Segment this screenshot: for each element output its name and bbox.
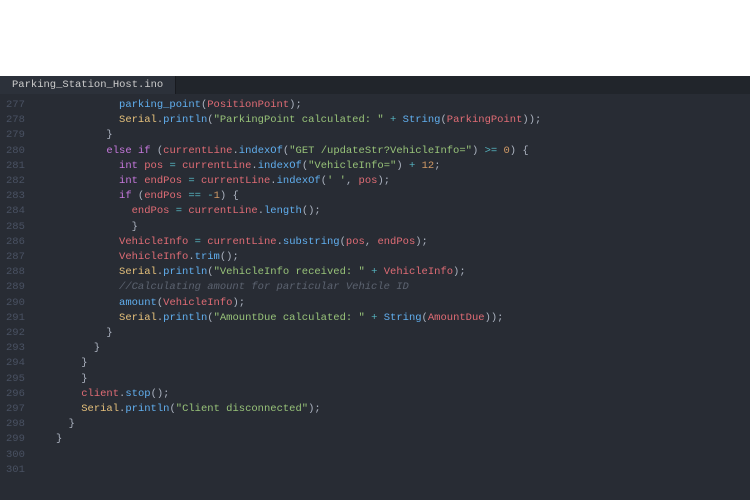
- code-line: }: [56, 220, 750, 235]
- code-line: }: [56, 341, 750, 356]
- editor[interactable]: 277 278 279 280 281 282 283 284 285 286 …: [0, 94, 750, 500]
- code-line: }: [56, 326, 750, 341]
- code-line: Serial.println("Client disconnected");: [56, 402, 750, 417]
- code-line: //Calculating amount for particular Vehi…: [56, 280, 750, 295]
- file-tab[interactable]: Parking_Station_Host.ino: [0, 76, 176, 94]
- code-line: }: [56, 432, 750, 447]
- blank-header-area: [0, 0, 750, 76]
- fold-gutter: [34, 94, 48, 500]
- code-line: else if (currentLine.indexOf("GET /updat…: [56, 144, 750, 159]
- code-line: }: [56, 417, 750, 432]
- code-line: VehicleInfo = currentLine.substring(pos,…: [56, 235, 750, 250]
- code-line: parking_point(PositionPoint);: [56, 98, 750, 113]
- code-line: Serial.println("ParkingPoint calculated:…: [56, 113, 750, 128]
- line-number-gutter: 277 278 279 280 281 282 283 284 285 286 …: [0, 94, 34, 500]
- code-line: amount(VehicleInfo);: [56, 296, 750, 311]
- code-line: int endPos = currentLine.indexOf(' ', po…: [56, 174, 750, 189]
- code-line: Serial.println("VehicleInfo received: " …: [56, 265, 750, 280]
- code-line: int pos = currentLine.indexOf("VehicleIn…: [56, 159, 750, 174]
- file-tab-label: Parking_Station_Host.ino: [12, 79, 163, 91]
- code-line: VehicleInfo.trim();: [56, 250, 750, 265]
- code-line: }: [56, 356, 750, 371]
- code-line: if (endPos == -1) {: [56, 189, 750, 204]
- tab-bar: Parking_Station_Host.ino: [0, 76, 750, 94]
- code-line: endPos = currentLine.length();: [56, 204, 750, 219]
- code-area[interactable]: parking_point(PositionPoint); Serial.pri…: [48, 94, 750, 500]
- code-line: client.stop();: [56, 387, 750, 402]
- code-line: }: [56, 128, 750, 143]
- code-line: }: [56, 372, 750, 387]
- code-line: Serial.println("AmountDue calculated: " …: [56, 311, 750, 326]
